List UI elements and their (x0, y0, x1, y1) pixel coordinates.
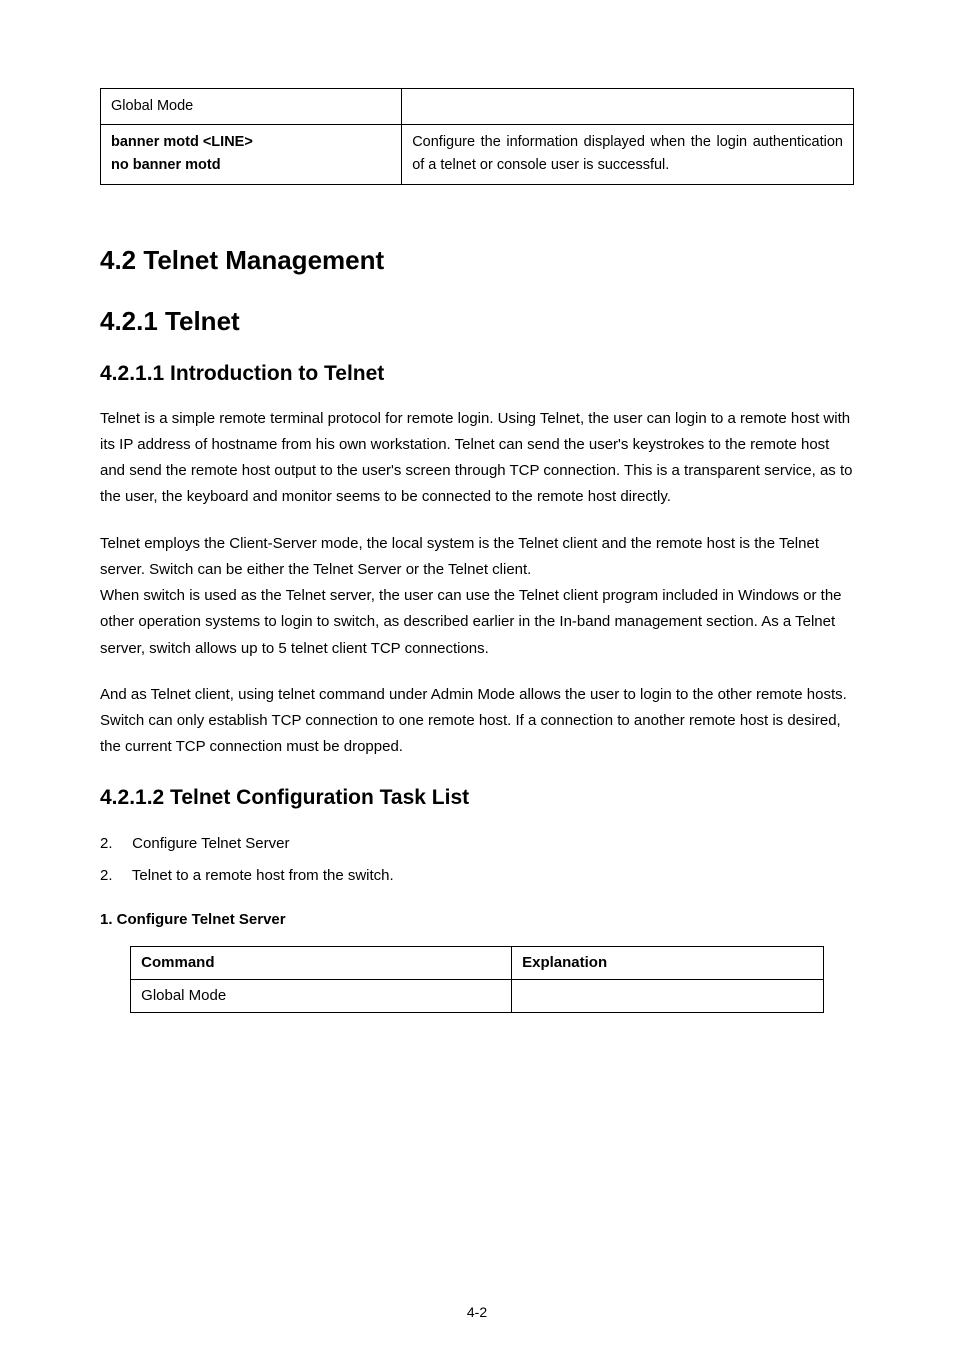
list-number: 2. (100, 862, 128, 891)
table-header-row: Command Explanation (131, 946, 824, 979)
header-command: Command (131, 946, 512, 979)
list-item: 2. Configure Telnet Server (100, 830, 854, 859)
cell-right: Configure the information displayed when… (402, 125, 854, 184)
heading-intro-telnet: 4.2.1.1 Introduction to Telnet (100, 362, 854, 386)
task-list: 2. Configure Telnet Server 2. Telnet to … (100, 830, 854, 891)
cell-right (512, 979, 824, 1012)
page-number: 4-2 (0, 1304, 954, 1320)
cell-left: banner motd <LINE> no banner motd (101, 125, 402, 184)
table-row: Global Mode (131, 979, 824, 1012)
table-row: Global Mode (101, 89, 854, 125)
list-item: 2. Telnet to a remote host from the swit… (100, 862, 854, 891)
paragraph: Telnet employs the Client-Server mode, t… (100, 531, 854, 662)
heading-telnet: 4.2.1 Telnet (100, 306, 854, 337)
paragraph: Telnet is a simple remote terminal proto… (100, 406, 854, 511)
list-text: Configure Telnet Server (132, 835, 289, 852)
header-explanation: Explanation (512, 946, 824, 979)
cell-left: Global Mode (131, 979, 512, 1012)
command-table-telnet-server: Command Explanation Global Mode (130, 946, 824, 1013)
cell-left: Global Mode (101, 89, 402, 125)
command-table-banner: Global Mode banner motd <LINE> no banner… (100, 88, 854, 185)
cmd-line: banner motd <LINE> (111, 131, 391, 154)
paragraph: And as Telnet client, using telnet comma… (100, 682, 854, 761)
cmd-line: no banner motd (111, 154, 391, 177)
table-row: banner motd <LINE> no banner motd Config… (101, 125, 854, 184)
list-text: Telnet to a remote host from the switch. (132, 867, 394, 884)
cell-right (402, 89, 854, 125)
list-number: 2. (100, 830, 128, 859)
heading-telnet-management: 4.2 Telnet Management (100, 245, 854, 276)
page-container: Global Mode banner motd <LINE> no banner… (0, 0, 954, 1350)
heading-config-task-list: 4.2.1.2 Telnet Configuration Task List (100, 786, 854, 810)
subheading-configure-server: 1. Configure Telnet Server (100, 911, 854, 928)
